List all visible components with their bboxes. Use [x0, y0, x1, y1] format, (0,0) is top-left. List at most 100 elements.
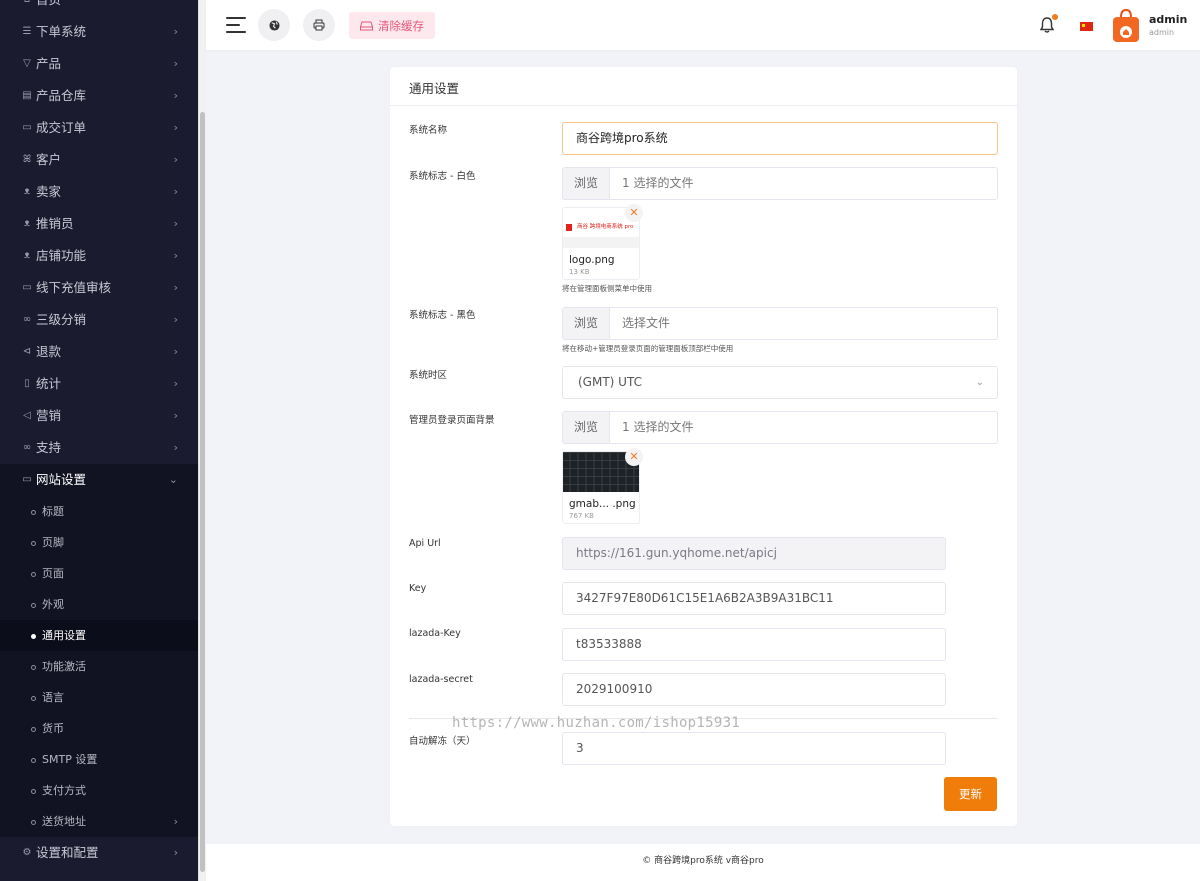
megaphone-icon: ◁ [23, 410, 31, 421]
logo-black-file-input[interactable]: 浏览 选择文件 [562, 307, 998, 340]
user-icon: ᴥ [23, 186, 31, 197]
chevron-right-icon: › [173, 121, 178, 134]
submenu-item-label: 功能激活 [42, 660, 86, 673]
avatar[interactable] [1112, 8, 1140, 43]
bullet-icon [31, 633, 36, 639]
login-bg-preview: gmab... .png 767 KB ✕ [562, 448, 643, 524]
sidebar-item-label: 营销 [36, 408, 62, 423]
login-bg-file-input[interactable]: 浏览 1 选择的文件 [562, 411, 998, 444]
chevron-right-icon: › [173, 89, 178, 102]
chevron-right-icon: › [173, 153, 178, 166]
bullet-icon [31, 602, 36, 608]
sidebar-item-settings-config[interactable]: ⚙ 设置和配置 › [0, 837, 198, 869]
sidebar-item-label: 卖家 [36, 184, 62, 199]
notification-dot [1052, 14, 1058, 20]
sidebar-item-order-system[interactable]: ☰ 下单系统 › [0, 16, 198, 48]
remove-file-icon[interactable]: ✕ [625, 204, 643, 222]
remove-file-icon[interactable]: ✕ [625, 448, 643, 466]
file-status: 1 选择的文件 [622, 420, 694, 434]
bullet-icon [31, 571, 36, 577]
submenu-item-label: 页脚 [42, 536, 64, 549]
sidebar-item-label: 首页 [36, 0, 61, 16]
submenu-item-shipping-address[interactable]: 送货地址 › [0, 806, 198, 837]
refund-icon: ⊲ [22, 346, 32, 357]
file-status: 1 选择的文件 [622, 176, 694, 190]
user-role: admin [1149, 28, 1175, 37]
globe-button[interactable] [258, 9, 290, 41]
clear-cache-label: 清除缓存 [378, 18, 424, 33]
submenu-item-appearance[interactable]: 外观 [0, 589, 198, 620]
chevron-right-icon: › [173, 25, 178, 38]
sidebar-item-salesmen[interactable]: ᴥ 推销员 › [0, 208, 198, 240]
submenu-item-pages[interactable]: 页面 [0, 558, 198, 589]
sidebar-item-products[interactable]: ▽ 产品 › [0, 48, 198, 80]
lazada-secret-input[interactable]: 2029100910 [562, 673, 946, 706]
lazada-key-input[interactable]: t83533888 [562, 628, 946, 661]
print-button[interactable] [303, 9, 335, 41]
sidebar-item-distribution[interactable]: ∞ 三级分销 › [0, 304, 198, 336]
user-name[interactable]: admin [1149, 13, 1187, 26]
submenu-item-payment-methods[interactable]: 支付方式 [0, 775, 198, 806]
logo-white-help: 将在管理面板侧菜单中使用 [562, 284, 652, 293]
clear-cache-button[interactable]: 清除缓存 [349, 12, 435, 39]
sidebar-item-support[interactable]: ∞ 支持 › [0, 432, 198, 464]
menu-toggle-icon[interactable] [226, 16, 246, 34]
auto-thaw-input[interactable]: 3 [562, 732, 946, 765]
bullet-icon [31, 757, 36, 763]
sidebar-item-label: 支持 [36, 440, 62, 455]
logo-white-file-input[interactable]: 浏览 1 选择的文件 [562, 167, 998, 200]
title-divider [390, 105, 1017, 106]
browse-button[interactable]: 浏览 [563, 308, 610, 339]
file-status: 选择文件 [622, 316, 671, 330]
sidebar-item-marketing[interactable]: ◁ 营销 › [0, 400, 198, 432]
scrollbar-thumb[interactable] [200, 112, 205, 872]
sidebar-item-home[interactable]: ⌂ 首页 [0, 0, 198, 16]
sidebar-scrollbar[interactable] [198, 0, 206, 881]
chevron-right-icon: › [173, 815, 178, 828]
money-icon: ▭ [22, 282, 32, 293]
submenu-item-label: 送货地址 [42, 815, 86, 828]
submenu-item-footer[interactable]: 页脚 [0, 527, 198, 558]
order-icon: ▭ [22, 122, 32, 133]
timezone-select[interactable]: (GMT) UTC ⌄ [562, 366, 998, 399]
auto-thaw-label: 自动解冻（天） [409, 736, 476, 747]
key-input[interactable]: 3427F97E80D61C15E1A6B2A3B9A31BC11 [562, 582, 946, 615]
browse-button[interactable]: 浏览 [563, 168, 610, 199]
sidebar-item-statistics[interactable]: ▯ 统计 › [0, 368, 198, 400]
update-button[interactable]: 更新 [944, 777, 997, 811]
file-size: 13 KB [569, 268, 590, 276]
sidebar-item-label: 网站设置 [36, 472, 87, 487]
submenu-item-smtp[interactable]: SMTP 设置 [0, 744, 198, 775]
sidebar-item-warehouse[interactable]: ▤ 产品仓库 › [0, 80, 198, 112]
submenu-item-feature-activation[interactable]: 功能激活 [0, 651, 198, 682]
logo-white-label: 系统标志 - 白色 [409, 171, 476, 182]
submenu-item-currency[interactable]: 货币 [0, 713, 198, 744]
sidebar-item-website-settings[interactable]: ▭ 网站设置 ⌄ [0, 464, 198, 496]
system-name-input[interactable]: 商谷跨境pro系统 [562, 122, 998, 155]
sidebar-item-orders[interactable]: ▭ 成交订单 › [0, 112, 198, 144]
users-icon: ꕤ [22, 154, 32, 165]
drive-icon [360, 21, 373, 30]
chevron-right-icon: › [173, 377, 178, 390]
sidebar-item-label: 推销员 [36, 216, 74, 231]
submenu-item-label: 货币 [42, 722, 64, 735]
submenu-item-general-settings[interactable]: 通用设置 [0, 620, 198, 651]
submenu-item-title[interactable]: 标题 [0, 496, 198, 527]
link-icon: ∞ [22, 314, 32, 325]
sidebar-item-shop-features[interactable]: ᴥ 店铺功能 › [0, 240, 198, 272]
cart-icon: ▽ [23, 58, 31, 69]
sidebar-item-label: 三级分销 [36, 312, 87, 327]
submenu-item-languages[interactable]: 语言 [0, 682, 198, 713]
logo-preview-text: 商谷 跨境电商系统 pro [577, 224, 634, 230]
submenu-item-label: 外观 [42, 598, 64, 611]
sidebar-item-label: 设置和配置 [36, 845, 99, 860]
browse-button[interactable]: 浏览 [563, 412, 610, 443]
api-url-input[interactable]: https://161.gun.yqhome.net/apicj [562, 537, 946, 570]
china-flag-icon[interactable] [1080, 22, 1093, 31]
bullet-icon [31, 509, 36, 515]
sidebar-item-refund[interactable]: ⊲ 退款 › [0, 336, 198, 368]
sidebar-item-customers[interactable]: ꕤ 客户 › [0, 144, 198, 176]
sidebar-item-sellers[interactable]: ᴥ 卖家 › [0, 176, 198, 208]
sidebar-item-offline-recharge[interactable]: ▭ 线下充值审核 › [0, 272, 198, 304]
printer-icon [313, 19, 325, 31]
